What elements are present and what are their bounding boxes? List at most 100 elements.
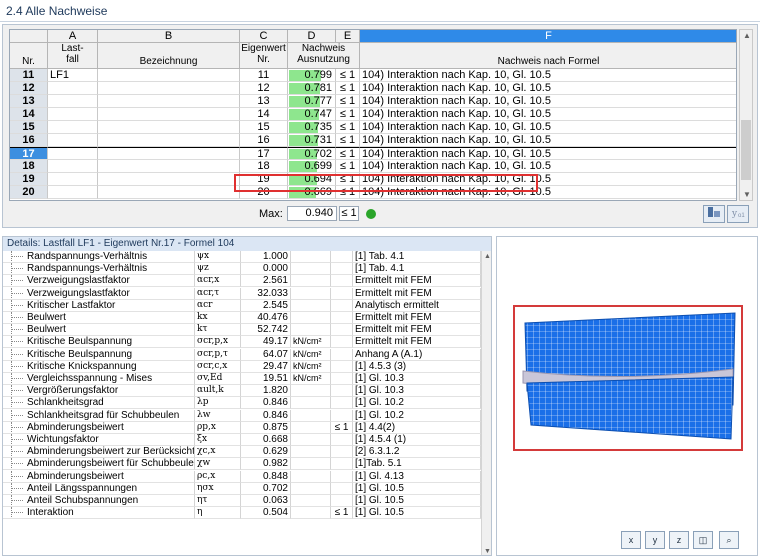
cell-bezeichnung[interactable]: [98, 173, 240, 186]
detail-row[interactable]: Verzweigungslastfaktor αcr,x 2.561 Ermittel…: [3, 275, 481, 288]
detail-row[interactable]: Abminderungsbeiwert ρc,x 0.848 [1] Gl. 4.13: [3, 470, 481, 483]
table-row[interactable]: 16 16 0.731 ≤ 1 104) Interaktion nach Kap. 1…: [10, 134, 736, 147]
details-scroll-down-icon[interactable]: ▼: [483, 548, 491, 555]
row-number[interactable]: 13: [10, 95, 48, 108]
cell-lastfall[interactable]: [48, 95, 98, 108]
cell-ausnutzung[interactable]: 0.781: [288, 82, 336, 95]
detail-row[interactable]: Anteil Schubspannungen ητ 0.063 [1] Gl. 10.…: [3, 495, 481, 507]
detail-row[interactable]: Randspannungs-Verhältnis ψz 0.000 [1] Tab. …: [3, 263, 481, 276]
cell-formel[interactable]: 104) Interaktion nach Kap. 10, Gl. 10.5: [360, 82, 736, 95]
detail-row[interactable]: Wichtungsfaktor ξx 0.668 [1] 4.5.4 (1): [3, 434, 481, 446]
table-row[interactable]: 14 14 0.747 ≤ 1 104) Interaktion nach Kap. 1…: [10, 108, 736, 121]
cell-bezeichnung[interactable]: [98, 95, 240, 108]
filter-icon[interactable]: [703, 205, 725, 223]
cell-bezeichnung[interactable]: [98, 69, 240, 82]
details-scroll-up-icon[interactable]: ▲: [483, 253, 491, 260]
cell-le[interactable]: ≤ 1: [336, 82, 360, 95]
results-table[interactable]: A B C D E F Nr. Last- fall Bezeichnung E…: [9, 29, 737, 201]
view-x-icon[interactable]: x: [621, 531, 641, 549]
zoom-icon[interactable]: ⌕: [719, 531, 739, 549]
row-number[interactable]: 16: [10, 134, 48, 147]
detail-row[interactable]: Abminderungsbeiwert zur Berücksichtigu χc…: [3, 446, 481, 459]
cell-eigenwert[interactable]: 16: [240, 134, 288, 147]
cell-le[interactable]: ≤ 1: [336, 121, 360, 134]
detail-row[interactable]: Vergrößerungsfaktor αult,k 1.820 [1] Gl. 10…: [3, 385, 481, 398]
table-row[interactable]: 13 13 0.777 ≤ 1 104) Interaktion nach Kap. 1…: [10, 95, 736, 108]
result-diagram-icon[interactable]: y o1: [727, 205, 749, 223]
cell-bezeichnung[interactable]: [98, 147, 240, 160]
cell-bezeichnung[interactable]: [98, 134, 240, 147]
detail-row[interactable]: Vergleichsspannung - Mises σv,Ed 19.51 kN/c…: [3, 373, 481, 385]
col-letter-a[interactable]: A: [48, 30, 98, 43]
cell-formel[interactable]: 104) Interaktion nach Kap. 10, Gl. 10.5: [360, 95, 736, 108]
detail-row[interactable]: Kritische Knickspannung σcr,c,x 29.47 kN/cm…: [3, 360, 481, 373]
table-row[interactable]: 17 17 0.702 ≤ 1 104) Interaktion nach Kap. 1…: [10, 147, 736, 160]
detail-row[interactable]: Schlankheitsgrad λp 0.846 [1] Gl. 10.2: [3, 397, 481, 410]
cell-ausnutzung[interactable]: 0.699: [288, 160, 336, 173]
cell-ausnutzung[interactable]: 0.702: [288, 147, 336, 160]
cell-lastfall[interactable]: [48, 173, 98, 186]
cell-bezeichnung[interactable]: [98, 82, 240, 95]
cell-eigenwert[interactable]: 14: [240, 108, 288, 121]
cell-le[interactable]: ≤ 1: [336, 160, 360, 173]
cell-formel[interactable]: 104) Interaktion nach Kap. 10, Gl. 10.5: [360, 69, 736, 82]
cell-bezeichnung[interactable]: [98, 160, 240, 173]
row-number[interactable]: 18: [10, 160, 48, 173]
cell-le[interactable]: ≤ 1: [336, 108, 360, 121]
detail-row[interactable]: Anteil Längsspannungen ησx 0.702 [1] Gl. 10…: [3, 482, 481, 495]
cell-lastfall[interactable]: [48, 186, 98, 199]
table-row[interactable]: 18 18 0.699 ≤ 1 104) Interaktion nach Kap. 1…: [10, 160, 736, 173]
cell-formel[interactable]: 104) Interaktion nach Kap. 10, Gl. 10.5: [360, 134, 736, 147]
cell-lastfall[interactable]: [48, 134, 98, 147]
table-row[interactable]: 11 LF1 11 0.799 ≤ 1 104) Interaktion nach Kap…: [10, 69, 736, 82]
row-number[interactable]: 17: [10, 147, 48, 160]
cell-eigenwert[interactable]: 18: [240, 160, 288, 173]
cell-le[interactable]: ≤ 1: [336, 69, 360, 82]
cell-bezeichnung[interactable]: [98, 121, 240, 134]
cell-le[interactable]: ≤ 1: [336, 147, 360, 160]
cell-eigenwert[interactable]: 17: [240, 147, 288, 160]
row-number[interactable]: 15: [10, 121, 48, 134]
row-number[interactable]: 12: [10, 82, 48, 95]
cell-eigenwert[interactable]: 15: [240, 121, 288, 134]
cell-formel[interactable]: 104) Interaktion nach Kap. 10, Gl. 10.5: [360, 108, 736, 121]
scroll-up-icon[interactable]: ▲: [742, 31, 752, 40]
iso-view-icon[interactable]: ◫: [693, 531, 713, 549]
cell-ausnutzung[interactable]: 0.747: [288, 108, 336, 121]
cell-eigenwert[interactable]: 12: [240, 82, 288, 95]
cell-ausnutzung[interactable]: 0.735: [288, 121, 336, 134]
cell-lastfall[interactable]: [48, 147, 98, 160]
col-letter-b[interactable]: B: [98, 30, 240, 43]
cell-formel[interactable]: 104) Interaktion nach Kap. 10, Gl. 10.5: [360, 147, 736, 160]
detail-row[interactable]: Verzweigungslastfaktor αcr,τ 32.033 Ermitte…: [3, 287, 481, 300]
cell-ausnutzung[interactable]: 0.799: [288, 69, 336, 82]
detail-row[interactable]: Beulwert kτ 52.742 Ermittelt mit FEM: [3, 324, 481, 337]
scroll-thumb[interactable]: [741, 120, 751, 180]
row-number[interactable]: 14: [10, 108, 48, 121]
detail-row[interactable]: Schlankheitsgrad für Schubbeulen λw 0.846 […: [3, 409, 481, 422]
cell-ausnutzung[interactable]: 0.777: [288, 95, 336, 108]
view-z-icon[interactable]: z: [669, 531, 689, 549]
cell-le[interactable]: ≤ 1: [336, 134, 360, 147]
view-y-icon[interactable]: y: [645, 531, 665, 549]
cell-formel[interactable]: 104) Interaktion nach Kap. 10, Gl. 10.5: [360, 121, 736, 134]
cell-bezeichnung[interactable]: [98, 186, 240, 199]
cell-lastfall[interactable]: [48, 160, 98, 173]
cell-lastfall[interactable]: [48, 121, 98, 134]
detail-row[interactable]: Kritischer Lastfaktor αcr 2.545 Analytisch …: [3, 299, 481, 312]
detail-row[interactable]: Kritische Beulspannung σcr,p,x 49.17 kN/cm²…: [3, 336, 481, 349]
details-scrollbar[interactable]: ▲ ▼: [481, 251, 491, 555]
cell-le[interactable]: ≤ 1: [336, 95, 360, 108]
cell-bezeichnung[interactable]: [98, 108, 240, 121]
row-number[interactable]: 19: [10, 173, 48, 186]
col-letter-e[interactable]: E: [336, 30, 360, 43]
detail-row[interactable]: Abminderungsbeiwert ρp,x 0.875 ≤ 1 [1] 4.4(2…: [3, 421, 481, 434]
detail-row[interactable]: Abminderungsbeiwert für Schubbeulen χw 0.9…: [3, 458, 481, 471]
detail-row[interactable]: Interaktion η 0.504 ≤ 1 [1] Gl. 10.5: [3, 507, 481, 520]
scroll-down-icon[interactable]: ▼: [742, 190, 752, 199]
cell-lastfall[interactable]: [48, 108, 98, 121]
cell-eigenwert[interactable]: 13: [240, 95, 288, 108]
model-view-highlight[interactable]: [513, 305, 743, 451]
cell-lastfall[interactable]: LF1: [48, 69, 98, 82]
row-number[interactable]: 20: [10, 186, 48, 199]
